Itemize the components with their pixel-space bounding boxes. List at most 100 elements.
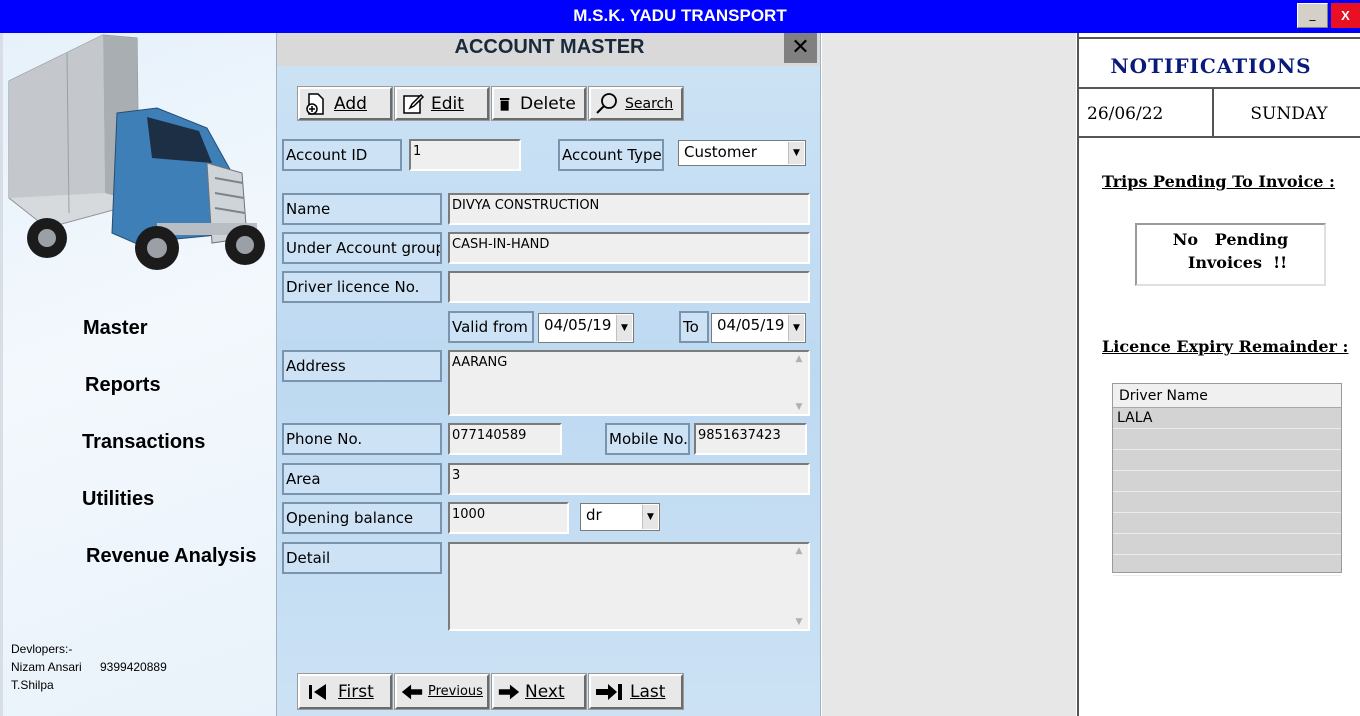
scroll-down-icon[interactable]: ▼ (792, 402, 806, 412)
previous-record-button[interactable]: Previous (394, 673, 490, 710)
account-type-value: Customer (684, 143, 757, 161)
balance-type-select[interactable]: dr ▼ (580, 503, 660, 531)
developer-phone-1: 9399420889 (100, 660, 167, 674)
valid-from-date[interactable]: 04/05/19 ▼ (538, 313, 634, 343)
truck-image (8, 34, 265, 270)
developers-heading: Devlopers:- (11, 642, 73, 656)
account-master-panel: ACCOUNT MASTER ✕ Add Edit Delete Search … (276, 33, 821, 716)
close-window-button[interactable]: X (1331, 3, 1360, 28)
name-label: Name (282, 193, 442, 225)
pending-line-1: No Pending (1172, 230, 1289, 249)
menu-master[interactable]: Master (83, 317, 147, 340)
arrow-right-icon (498, 684, 520, 699)
account-id-label: Account ID (282, 139, 402, 171)
current-day: SUNDAY (1250, 104, 1328, 124)
mobile-field[interactable]: 9851637423 (694, 423, 807, 455)
minimize-button[interactable]: _ (1297, 3, 1328, 28)
account-type-select[interactable]: Customer ▼ (678, 140, 806, 166)
add-button[interactable]: Add (297, 86, 393, 121)
notifications-panel: NOTIFICATIONS 26/06/22 SUNDAY Trips Pend… (1077, 33, 1360, 716)
notifications-title: NOTIFICATIONS (1110, 54, 1312, 78)
grid-header-driver-name[interactable]: Driver Name (1113, 384, 1341, 408)
scroll-down-icon[interactable]: ▼ (792, 617, 806, 627)
app-title: M.S.K. YADU TRANSPORT (573, 6, 787, 25)
developer-name-2: T.Shilpa (11, 678, 54, 692)
area-field[interactable]: 3 (448, 463, 810, 495)
table-row[interactable] (1113, 471, 1341, 492)
name-field[interactable]: DIVYA CONSTRUCTION (448, 193, 810, 225)
area-label: Area (282, 463, 442, 495)
table-row[interactable] (1113, 450, 1341, 471)
balance-type-value: dr (586, 506, 602, 524)
chevron-down-icon[interactable]: ▼ (642, 505, 658, 529)
trips-pending-heading: Trips Pending To Invoice : (1102, 172, 1335, 191)
current-date: 26/06/22 (1079, 89, 1214, 136)
mobile-label: Mobile No. (605, 423, 690, 455)
workspace-background (822, 33, 1076, 716)
detail-field[interactable]: ▲ ▼ (448, 542, 810, 631)
valid-from-value: 04/05/19 (544, 316, 612, 334)
search-button[interactable]: Search (588, 86, 684, 121)
date-row: 26/06/22 SUNDAY (1079, 89, 1360, 138)
phone-field[interactable]: 077140589 (448, 423, 562, 455)
menu-revenue-analysis[interactable]: Revenue Analysis (86, 545, 256, 568)
close-account-master-button[interactable]: ✕ (784, 33, 817, 63)
next-record-button[interactable]: Next (491, 673, 587, 710)
chevron-down-icon[interactable]: ▼ (788, 142, 804, 164)
edit-icon (403, 93, 425, 114)
to-label: To (679, 311, 709, 343)
table-row[interactable]: LALA (1113, 408, 1341, 429)
under-group-field[interactable]: CASH-IN-HAND (448, 232, 810, 264)
scroll-up-icon[interactable]: ▲ (792, 546, 806, 556)
search-icon (596, 92, 617, 114)
add-label: Add (334, 93, 367, 114)
last-label: Last (630, 681, 666, 702)
pending-line-2: Invoices !! (1187, 253, 1288, 272)
table-row[interactable] (1113, 534, 1341, 555)
first-icon (309, 683, 326, 700)
notifications-header: NOTIFICATIONS (1079, 37, 1360, 89)
menu-reports[interactable]: Reports (85, 374, 161, 397)
account-id-field[interactable]: 1 (409, 139, 521, 171)
valid-from-label: Valid from (448, 311, 534, 343)
add-document-icon (306, 92, 324, 115)
search-label: Search (625, 95, 674, 112)
address-label: Address (282, 350, 442, 382)
chevron-down-icon[interactable]: ▼ (788, 315, 804, 341)
arrow-left-icon (401, 684, 423, 699)
opening-balance-label: Opening balance (282, 502, 442, 534)
opening-balance-field[interactable]: 1000 (448, 502, 569, 534)
table-row[interactable] (1113, 429, 1341, 450)
scroll-up-icon[interactable]: ▲ (792, 354, 806, 364)
driver-licence-field[interactable] (448, 271, 810, 303)
sidebar: Master Reports Transactions Utilities Re… (0, 33, 276, 716)
delete-label: Delete (520, 93, 576, 114)
developer-name-1: Nizam Ansari (11, 660, 82, 674)
pending-invoices-box: No Pending Invoices !! (1135, 223, 1326, 286)
title-bar: M.S.K. YADU TRANSPORT _ X (0, 0, 1360, 33)
under-group-label: Under Account group (282, 232, 442, 264)
licence-expiry-heading: Licence Expiry Remainder : (1102, 337, 1349, 356)
delete-button[interactable]: Delete (491, 86, 587, 121)
address-field[interactable]: AARANG ▲ ▼ (448, 350, 810, 416)
licence-expiry-grid[interactable]: Driver Name LALA (1112, 383, 1342, 576)
chevron-down-icon[interactable]: ▼ (616, 315, 632, 341)
table-row[interactable] (1113, 513, 1341, 534)
valid-to-date[interactable]: 04/05/19 ▼ (711, 313, 806, 343)
last-record-button[interactable]: Last (588, 673, 684, 710)
valid-to-value: 04/05/19 (717, 316, 785, 334)
first-record-button[interactable]: First (297, 673, 393, 710)
first-label: First (338, 681, 374, 702)
table-row[interactable] (1113, 555, 1341, 576)
table-row[interactable] (1113, 492, 1341, 513)
previous-label: Previous (428, 684, 483, 699)
edit-label: Edit (431, 93, 464, 114)
edit-button[interactable]: Edit (394, 86, 490, 121)
driver-licence-label: Driver licence No. (282, 271, 442, 303)
account-master-title: ACCOUNT MASTER (454, 36, 645, 58)
menu-transactions[interactable]: Transactions (82, 431, 205, 454)
account-type-label: Account Type (558, 139, 664, 171)
last-icon (596, 683, 622, 700)
next-label: Next (525, 681, 565, 702)
menu-utilities[interactable]: Utilities (82, 488, 154, 511)
